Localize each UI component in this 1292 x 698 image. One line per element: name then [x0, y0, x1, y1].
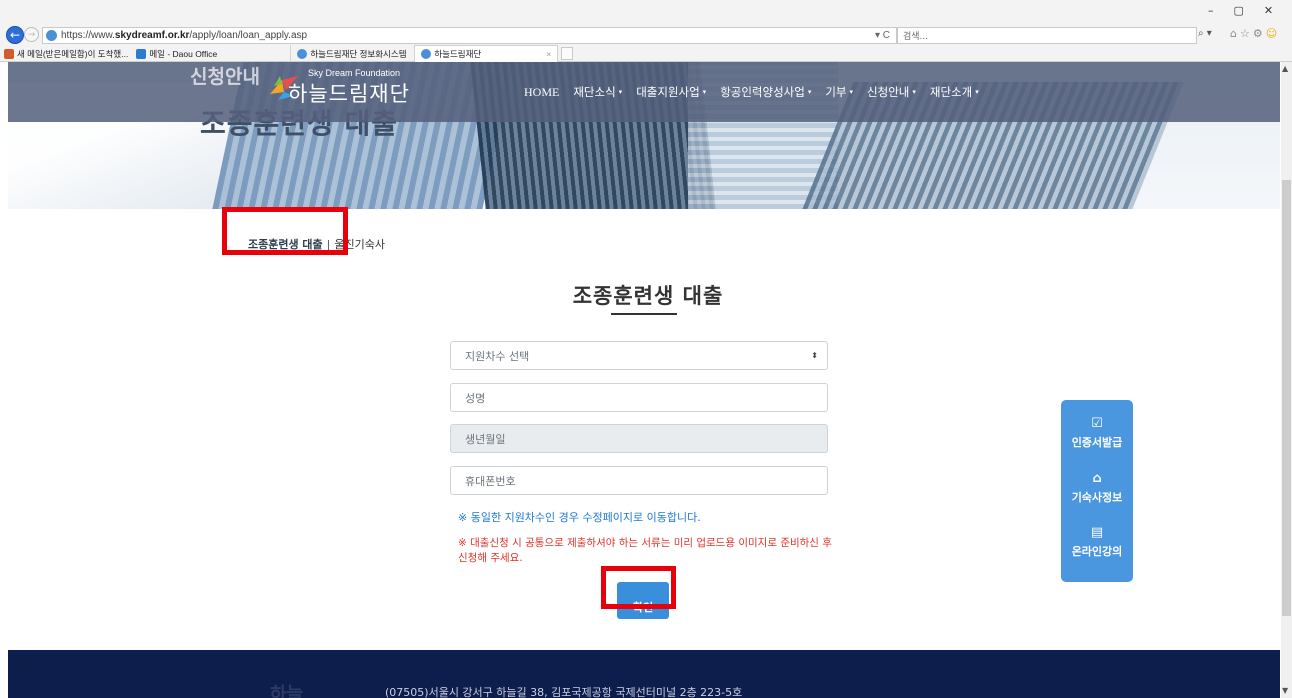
tab-info-system[interactable]: 하늘드림재단 정보화시스템	[290, 45, 414, 62]
site-favicon-icon	[46, 30, 57, 41]
magnifier-icon[interactable]: ⌕ ▾	[1198, 28, 1212, 39]
favorite-daou[interactable]: 메일 - Daou Office	[132, 45, 290, 62]
close-window-icon[interactable]: ✕	[1264, 4, 1273, 17]
support-round-select[interactable]: 지원차수 선택 ⬍	[450, 341, 828, 370]
menu-item-donation[interactable]: 기부 ▾	[825, 84, 853, 100]
menu-item-home[interactable]: HOME	[524, 84, 559, 100]
menu-label: 항공인력양성사업	[720, 85, 805, 99]
caret-down-icon: ▾	[618, 88, 623, 96]
favorite-label: 메일 - Daou Office	[149, 48, 218, 59]
laptop-icon: ▤	[1090, 525, 1104, 540]
menu-item-news[interactable]: 재단소식 ▾	[573, 84, 622, 100]
gear-icon[interactable]: ⚙	[1253, 27, 1263, 40]
select-value: 지원차수 선택	[465, 349, 530, 363]
url-bar[interactable]: https://www. skydreamf.or.kr/apply/loan/l…	[42, 27, 897, 44]
browser-search-input[interactable]: 검색...	[897, 27, 1197, 44]
tab-close-icon[interactable]: ×	[546, 49, 551, 59]
menu-item-loan-support[interactable]: 대출지원사업 ▾	[636, 84, 706, 100]
browser-chrome: ← → https://www. skydreamf.or.kr/apply/lo…	[0, 0, 1292, 62]
form-title: 조종훈련생 대출	[572, 284, 724, 308]
hero-section-label: 신청안내	[190, 66, 260, 88]
menu-label: 재단소식	[573, 85, 616, 99]
menu-item-about[interactable]: 재단소개 ▾	[930, 84, 979, 100]
page-viewport: 조종훈련생 대출 신청안내 Sky Dream Foundation 하늘드림재…	[8, 62, 1280, 698]
home-icon[interactable]: ⌂	[1230, 27, 1237, 40]
tab-label: 하늘드림재단 정보화시스템	[310, 48, 407, 59]
menu-label: 재단소개	[929, 85, 973, 99]
main-menu: HOME 재단소식 ▾ 대출지원사업 ▾ 항공인력양성사업 ▾ 기부 ▾ 신청안내 ▾ 재…	[524, 84, 979, 100]
menu-item-application-guide[interactable]: 신청안내 ▾	[867, 84, 916, 100]
site-favicon-icon	[421, 49, 432, 59]
quick-menu: ☑ 인증서발급 ⌂ 기숙사정보 ▤ 온라인강의	[1061, 400, 1133, 582]
favorite-mail[interactable]: 새 메일(받은메일함)이 도착했...	[0, 45, 132, 62]
toolbar-icons: ⌂ ☆ ⚙ ☺	[1230, 27, 1277, 40]
address-row: ← → https://www. skydreamf.or.kr/apply/lo…	[0, 0, 1292, 45]
footer-logo: 하늘	[270, 684, 304, 698]
quick-label: 인증서발급	[1071, 436, 1123, 449]
star-icon[interactable]: ☆	[1240, 27, 1250, 40]
notice-documents: ※ 대출신청 시 공통으로 제출하셔야 하는 서류는 미리 업로드용 이미지로 …	[458, 537, 832, 564]
refresh-icon[interactable]: ▾ C	[875, 30, 890, 41]
scroll-down-icon[interactable]: ▼	[1282, 686, 1288, 695]
logo-korean: 하늘드림재단	[288, 82, 410, 106]
select-caret-icon: ⬍	[811, 351, 818, 360]
site-footer: 하늘 (07505)서울시 강서구 하늘길 38, 김포국제공항 국제선터미널 …	[8, 650, 1280, 698]
daou-icon	[136, 48, 147, 59]
favorite-label: 새 메일(받은메일함)이 도착했...	[17, 48, 129, 59]
caret-down-icon: ▾	[975, 88, 979, 96]
tab-label: 하늘드림재단	[434, 49, 482, 59]
tab-row: 새 메일(받은메일함)이 도착했... 메일 - Daou Office 하늘드…	[0, 45, 1292, 62]
quick-label: 온라인강의	[1071, 545, 1123, 558]
smiley-icon[interactable]: ☺	[1266, 27, 1277, 40]
menu-label: 대출지원사업	[636, 85, 700, 99]
caret-down-icon: ▾	[912, 88, 916, 96]
scrollbar-thumb[interactable]	[1282, 180, 1291, 616]
quick-label: 기숙사정보	[1071, 491, 1123, 504]
new-tab-button[interactable]	[561, 47, 574, 60]
menu-label: 기부	[825, 85, 847, 99]
caret-down-icon: ▾	[702, 88, 707, 96]
notice-same-round: ※ 동일한 지원차수인 경우 수정페이지로 이동합니다.	[458, 511, 701, 524]
menu-item-aviation-training[interactable]: 항공인력양성사업 ▾	[720, 84, 811, 100]
birthdate-input[interactable]: 생년월일	[450, 424, 828, 453]
annotation-highlight-box	[222, 207, 348, 255]
title-underline	[611, 313, 677, 315]
phone-input[interactable]: 휴대폰번호	[450, 466, 828, 495]
minimize-icon[interactable]: –	[1208, 4, 1214, 17]
hero-banner: 조종훈련생 대출 신청안내 Sky Dream Foundation 하늘드림재…	[8, 62, 1280, 209]
scroll-up-icon[interactable]: ▲	[1282, 64, 1288, 73]
tab-skydream[interactable]: 하늘드림재단 ×	[414, 45, 559, 62]
site-favicon-icon	[297, 48, 308, 59]
name-input[interactable]: 성명	[450, 383, 828, 412]
back-arrow-icon[interactable]: ←	[6, 26, 24, 44]
forward-arrow-icon[interactable]: →	[24, 27, 39, 42]
annotation-highlight-box	[601, 566, 676, 609]
quick-online-lecture[interactable]: ▤ 온라인강의	[1061, 525, 1133, 559]
menu-label: HOME	[524, 84, 560, 99]
restore-icon[interactable]: ▢	[1234, 4, 1244, 17]
site-navbar: 신청안내 Sky Dream Foundation 하늘드림재단 HOME 재단…	[8, 62, 1280, 122]
quick-dormitory[interactable]: ⌂ 기숙사정보	[1061, 471, 1133, 505]
footer-address: (07505)서울시 강서구 하늘길 38, 김포국제공항 국제선터미널 2층 …	[385, 686, 743, 698]
certificate-icon: ☑	[1091, 416, 1103, 431]
menu-label: 신청안내	[867, 85, 910, 99]
url-prefix: https://www.	[61, 30, 115, 41]
house-icon: ⌂	[1092, 471, 1102, 486]
quick-certificate[interactable]: ☑ 인증서발급	[1061, 416, 1133, 450]
mail-icon	[4, 48, 14, 59]
caret-down-icon: ▾	[807, 88, 812, 96]
url-host: skydreamf.or.kr	[114, 30, 190, 41]
url-path: /apply/loan/loan_apply.asp	[189, 30, 308, 41]
caret-down-icon: ▾	[849, 88, 854, 96]
logo-english: Sky Dream Foundation	[308, 68, 401, 78]
window-controls: – ▢ ✕	[1208, 4, 1273, 17]
